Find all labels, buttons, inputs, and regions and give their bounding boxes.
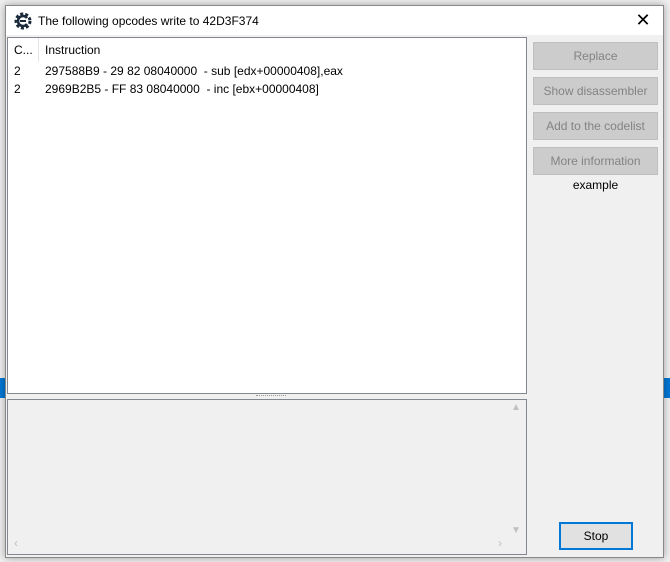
row-instruction: 2969B2B5 - FF 83 08040000 - inc [ebx+000… xyxy=(45,82,319,96)
table-row[interactable]: 2 2969B2B5 - FF 83 08040000 - inc [ebx+0… xyxy=(8,80,526,98)
scroll-down-icon[interactable]: ▼ xyxy=(508,525,524,536)
scroll-right-icon[interactable]: › xyxy=(498,536,502,550)
opcodes-dialog: The following opcodes write to 42D3F374 … xyxy=(5,5,664,558)
vertical-scrollbar[interactable]: ▲ ▼ xyxy=(508,402,524,536)
column-count[interactable]: C... xyxy=(8,38,39,62)
horizontal-scrollbar[interactable]: ‹ › xyxy=(10,536,506,552)
list-header: C... Instruction xyxy=(8,38,526,62)
scroll-up-icon[interactable]: ▲ xyxy=(508,402,524,413)
table-row[interactable]: 2 297588B9 - 29 82 08040000 - sub [edx+0… xyxy=(8,62,526,80)
show-disassembler-button[interactable]: Show disassembler xyxy=(533,77,658,105)
opcode-list[interactable]: C... Instruction 2 297588B9 - 29 82 0804… xyxy=(7,37,527,394)
stop-button[interactable]: Stop xyxy=(559,522,633,550)
row-instruction: 297588B9 - 29 82 08040000 - sub [edx+000… xyxy=(45,64,343,78)
column-instruction[interactable]: Instruction xyxy=(39,43,100,57)
replace-button[interactable]: Replace xyxy=(533,42,658,70)
title-bar: The following opcodes write to 42D3F374 … xyxy=(6,6,663,35)
window-title: The following opcodes write to 42D3F374 xyxy=(38,13,259,28)
add-to-codelist-button[interactable]: Add to the codelist xyxy=(533,112,658,140)
example-label: example xyxy=(572,178,619,192)
close-icon[interactable]: ✕ xyxy=(623,6,663,35)
details-memo[interactable]: ▲ ▼ ‹ › xyxy=(7,399,527,555)
scroll-left-icon[interactable]: ‹ xyxy=(14,536,18,550)
row-count: 2 xyxy=(14,82,21,96)
row-count: 2 xyxy=(14,64,21,78)
cheat-engine-icon xyxy=(14,12,32,29)
more-information-button[interactable]: More information xyxy=(533,147,658,175)
